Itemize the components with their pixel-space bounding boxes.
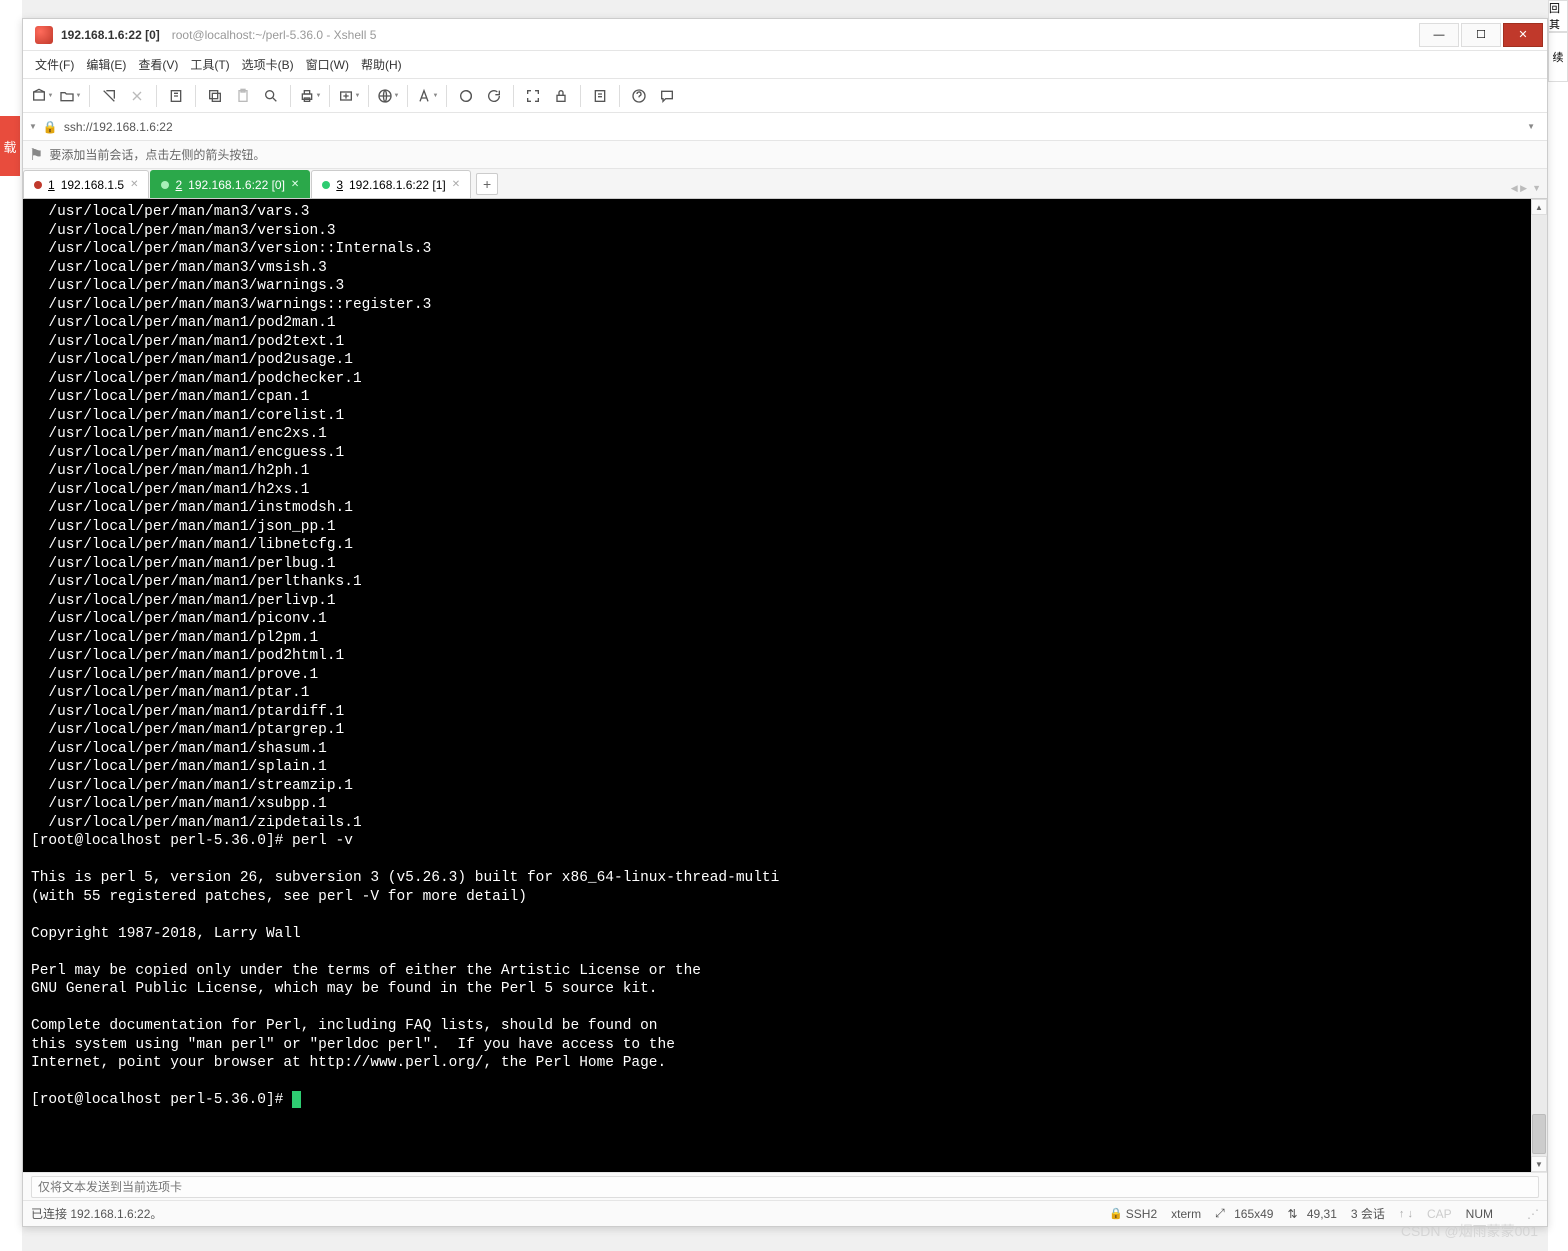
copy-icon[interactable]	[202, 83, 228, 109]
menu-tools[interactable]: 工具(T)	[184, 52, 235, 77]
status-transfer-icon: ↑ ↓	[1399, 1208, 1413, 1220]
status-num: NUM	[1466, 1207, 1493, 1221]
title-bar: 192.168.1.6:22 [0] root@localhost:~/perl…	[23, 19, 1547, 51]
tab-2[interactable]: 2 192.168.1.6:22 [0] ✕	[150, 170, 310, 198]
address-bar: ▼ 🔒 ▼	[23, 113, 1547, 141]
open-icon[interactable]: ▼	[57, 83, 83, 109]
globe-icon[interactable]: ▼	[375, 83, 401, 109]
tab-close-icon[interactable]: ✕	[452, 179, 460, 190]
background-right: 回 其 续	[1548, 0, 1568, 1251]
status-dot-icon	[34, 181, 42, 189]
menu-file[interactable]: 文件(F)	[29, 52, 80, 77]
window-title-sub: root@localhost:~/perl-5.36.0 - Xshell 5	[172, 28, 377, 42]
script-icon[interactable]	[587, 83, 613, 109]
scroll-track[interactable]	[1531, 215, 1547, 1156]
status-bar: 已连接 192.168.1.6:22。 🔒SSH2 xterm ⤢ 165x49…	[23, 1200, 1547, 1226]
lock-ssh-icon: 🔒	[43, 120, 58, 134]
scroll-thumb[interactable]	[1532, 1114, 1546, 1154]
info-text: 要添加当前会话，点击左侧的箭头按钮。	[49, 146, 265, 163]
menu-bar: 文件(F) 编辑(E) 查看(V) 工具(T) 选项卡(B) 窗口(W) 帮助(…	[23, 51, 1547, 79]
tab-close-icon[interactable]: ✕	[291, 179, 299, 190]
address-input[interactable]	[64, 120, 1521, 134]
terminal[interactable]: /usr/local/per/man/man3/vars.3 /usr/loca…	[23, 199, 1531, 1172]
new-session-icon[interactable]: ▼	[29, 83, 55, 109]
status-sessions: 3 会话	[1351, 1205, 1385, 1222]
transfer-icon[interactable]: ▼	[336, 83, 362, 109]
watermark: CSDN @烟雨蒙蒙001	[1401, 1221, 1538, 1241]
tab-label: 192.168.1.6:22 [1]	[349, 178, 446, 192]
status-connection: 已连接 192.168.1.6:22。	[31, 1205, 162, 1222]
menu-tabs[interactable]: 选项卡(B)	[236, 52, 300, 77]
tab-add-button[interactable]: +	[476, 173, 498, 195]
tab-label: 192.168.1.5	[61, 178, 124, 192]
flag-icon[interactable]: ⚑	[29, 145, 43, 165]
compose-input[interactable]	[31, 1176, 1539, 1198]
properties-icon[interactable]	[163, 83, 189, 109]
help-icon[interactable]	[626, 83, 652, 109]
lock-icon[interactable]	[548, 83, 574, 109]
scroll-up-icon[interactable]: ▲	[1531, 199, 1547, 215]
tab-bar: 1 192.168.1.5 ✕ 2 192.168.1.6:22 [0] ✕ 3…	[23, 169, 1547, 199]
tab-nav[interactable]: ◀ ▶ ▼	[1511, 183, 1547, 198]
window-title-main: 192.168.1.6:22 [0]	[61, 28, 160, 42]
compose-bar	[23, 1172, 1547, 1200]
menu-view[interactable]: 查看(V)	[132, 52, 184, 77]
terminal-area: /usr/local/per/man/man3/vars.3 /usr/loca…	[23, 199, 1547, 1172]
tab-3[interactable]: 3 192.168.1.6:22 [1] ✕	[311, 170, 471, 198]
resize-grip-icon[interactable]: ⋰	[1527, 1207, 1539, 1221]
info-bar: ⚑ 要添加当前会话，点击左侧的箭头按钮。	[23, 141, 1547, 169]
refresh-icon[interactable]	[481, 83, 507, 109]
scroll-down-icon[interactable]: ▼	[1531, 1156, 1547, 1172]
app-icon	[35, 26, 53, 44]
bg-left-red: 载	[0, 116, 20, 176]
reconnect-icon[interactable]	[96, 83, 122, 109]
menu-window[interactable]: 窗口(W)	[300, 52, 355, 77]
status-cursor: ⇅ 49,31	[1287, 1207, 1336, 1221]
status-dot-icon	[322, 181, 330, 189]
maximize-button[interactable]: ☐	[1461, 23, 1501, 47]
address-dropdown-icon[interactable]: ▼	[29, 122, 37, 131]
fullscreen-icon[interactable]	[520, 83, 546, 109]
color-icon[interactable]	[453, 83, 479, 109]
status-dot-icon	[161, 181, 169, 189]
print-icon[interactable]: ▼	[297, 83, 323, 109]
tab-label: 192.168.1.6:22 [0]	[188, 178, 285, 192]
chat-icon[interactable]	[654, 83, 680, 109]
background-left: 载	[0, 0, 22, 1251]
tab-close-icon[interactable]: ✕	[130, 179, 138, 190]
font-icon[interactable]: ▼	[414, 83, 440, 109]
status-term: xterm	[1171, 1207, 1201, 1221]
status-ssh: 🔒SSH2	[1109, 1207, 1157, 1221]
status-size: ⤢ 165x49	[1215, 1206, 1273, 1221]
terminal-scrollbar[interactable]: ▲ ▼	[1531, 199, 1547, 1172]
paste-icon[interactable]	[230, 83, 256, 109]
tab-1[interactable]: 1 192.168.1.5 ✕	[23, 170, 149, 198]
toolbar: ▼ ▼ ▼ ▼ ▼ ▼	[23, 79, 1547, 113]
minimize-button[interactable]: —	[1419, 23, 1459, 47]
menu-edit[interactable]: 编辑(E)	[80, 52, 132, 77]
close-button[interactable]: ✕	[1503, 23, 1543, 47]
address-history-icon[interactable]: ▼	[1527, 122, 1535, 131]
disconnect-icon[interactable]	[124, 83, 150, 109]
xshell-window: 192.168.1.6:22 [0] root@localhost:~/perl…	[22, 18, 1548, 1227]
find-icon[interactable]	[258, 83, 284, 109]
menu-help[interactable]: 帮助(H)	[355, 52, 408, 77]
status-cap: CAP	[1427, 1207, 1452, 1221]
